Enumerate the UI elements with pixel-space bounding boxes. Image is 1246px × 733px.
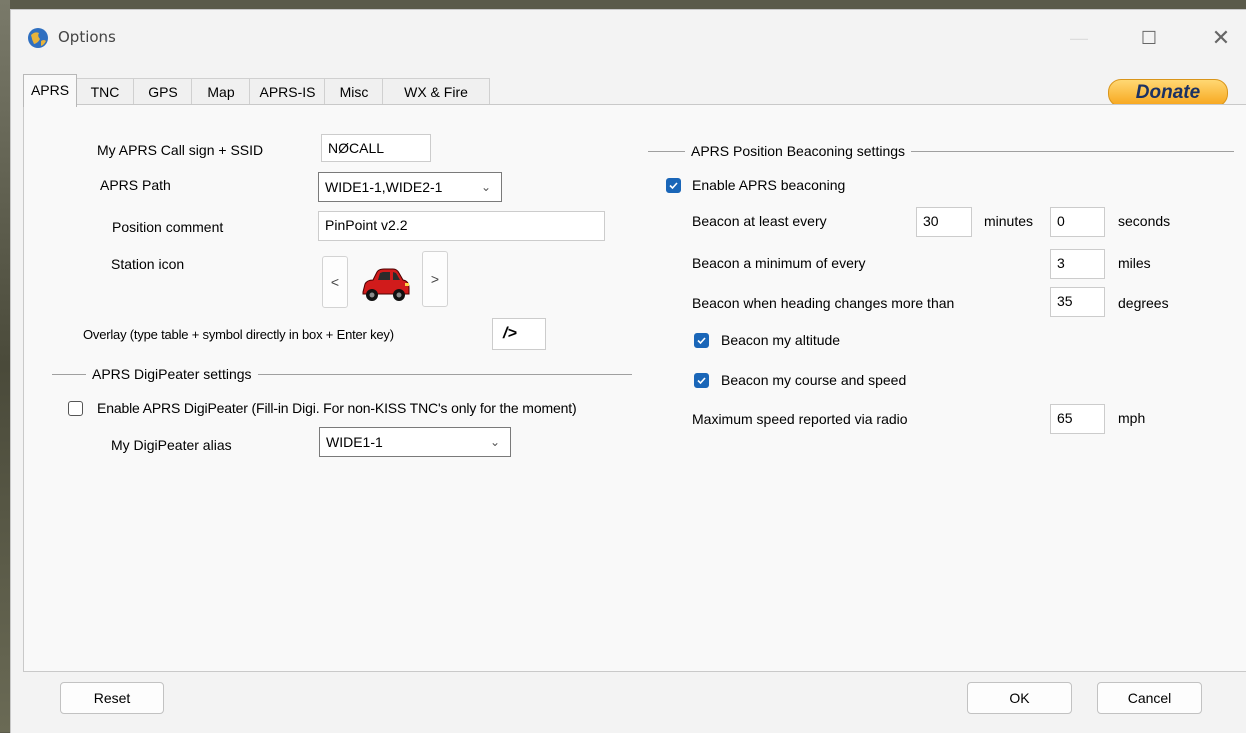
- beacon-section-title: APRS Position Beaconing settings: [685, 143, 912, 159]
- tab-wx-fire[interactable]: WX & Fire: [382, 78, 490, 106]
- desktop-background: [0, 0, 10, 732]
- chevron-down-icon: ⌄: [489, 435, 500, 449]
- cancel-button[interactable]: Cancel: [1097, 682, 1202, 714]
- checkmark-icon: [697, 377, 706, 385]
- beacon-min-label: Beacon a minimum of every: [692, 255, 866, 271]
- car-icon: [362, 268, 410, 301]
- tab-map[interactable]: Map: [191, 78, 251, 106]
- tab-gps[interactable]: GPS: [133, 78, 193, 106]
- chevron-down-icon: ⌄: [480, 180, 491, 194]
- enable-digi-label: Enable APRS DigiPeater (Fill-in Digi. Fo…: [97, 400, 577, 416]
- beacon-course-checkbox[interactable]: [694, 373, 709, 388]
- enable-beacon-label: Enable APRS beaconing: [692, 177, 846, 193]
- beacon-miles-field[interactable]: 3: [1050, 249, 1105, 279]
- tab-aprs[interactable]: APRS: [23, 74, 77, 107]
- miles-unit: miles: [1118, 255, 1151, 271]
- digi-alias-value: WIDE1-1: [326, 434, 383, 450]
- path-select[interactable]: WIDE1-1,WIDE2-1 ⌄: [318, 172, 502, 202]
- digi-alias-select[interactable]: WIDE1-1 ⌄: [319, 427, 511, 457]
- max-speed-field[interactable]: 65: [1050, 404, 1105, 434]
- digi-section-title: APRS DigiPeater settings: [86, 366, 258, 382]
- callsign-label: My APRS Call sign + SSID: [97, 142, 264, 158]
- max-speed-label: Maximum speed reported via radio: [692, 411, 908, 427]
- checkmark-icon: [669, 182, 678, 190]
- checkmark-icon: [697, 337, 706, 345]
- title-bar[interactable]: Options — ☐ ✕: [11, 10, 1246, 62]
- close-icon[interactable]: ✕: [1201, 24, 1241, 52]
- enable-digi-checkbox[interactable]: [68, 401, 83, 416]
- callsign-field[interactable]: NØCALL: [321, 134, 431, 162]
- beacon-altitude-checkbox[interactable]: [694, 333, 709, 348]
- minimize-icon[interactable]: —: [1059, 24, 1099, 52]
- seconds-unit: seconds: [1118, 213, 1171, 229]
- beacon-minutes-field[interactable]: 30: [916, 207, 972, 237]
- path-select-value: WIDE1-1,WIDE2-1: [325, 179, 443, 195]
- comment-field[interactable]: PinPoint v2.2: [318, 211, 605, 241]
- beacon-degrees-field[interactable]: 35: [1050, 287, 1105, 317]
- mph-unit: mph: [1118, 410, 1146, 426]
- beacon-altitude-label: Beacon my altitude: [721, 332, 841, 348]
- comment-label: Position comment: [112, 219, 224, 235]
- donate-button[interactable]: Donate: [1108, 79, 1228, 107]
- tab-misc[interactable]: Misc: [324, 78, 384, 106]
- ok-button[interactable]: OK: [967, 682, 1072, 714]
- enable-beacon-checkbox[interactable]: [666, 178, 681, 193]
- tab-aprs-is[interactable]: APRS-IS: [249, 78, 326, 106]
- tab-strip: APRS TNC GPS Map APRS-IS Misc WX & Fire: [23, 74, 513, 107]
- digi-alias-label: My DigiPeater alias: [111, 437, 232, 453]
- beacon-course-label: Beacon my course and speed: [721, 372, 907, 388]
- maximize-icon[interactable]: ☐: [1129, 24, 1169, 52]
- overlay-label: Overlay (type table + symbol directly in…: [83, 327, 394, 342]
- beacon-seconds-field[interactable]: 0: [1050, 207, 1105, 237]
- reset-button[interactable]: Reset: [60, 682, 164, 714]
- globe-icon: [28, 28, 48, 48]
- tab-tnc[interactable]: TNC: [75, 78, 135, 106]
- degrees-unit: degrees: [1118, 295, 1169, 311]
- next-icon-button[interactable]: >: [422, 251, 448, 307]
- overlay-field[interactable]: />: [492, 318, 546, 350]
- prev-icon-button[interactable]: <: [322, 256, 348, 308]
- station-icon-label: Station icon: [111, 256, 185, 272]
- beacon-every-label: Beacon at least every: [692, 213, 827, 229]
- path-label: APRS Path: [100, 177, 171, 193]
- aprs-tab-panel: [23, 104, 1246, 672]
- window-title: Options: [58, 28, 116, 46]
- beacon-heading-label: Beacon when heading changes more than: [692, 295, 955, 311]
- minutes-unit: minutes: [984, 213, 1034, 229]
